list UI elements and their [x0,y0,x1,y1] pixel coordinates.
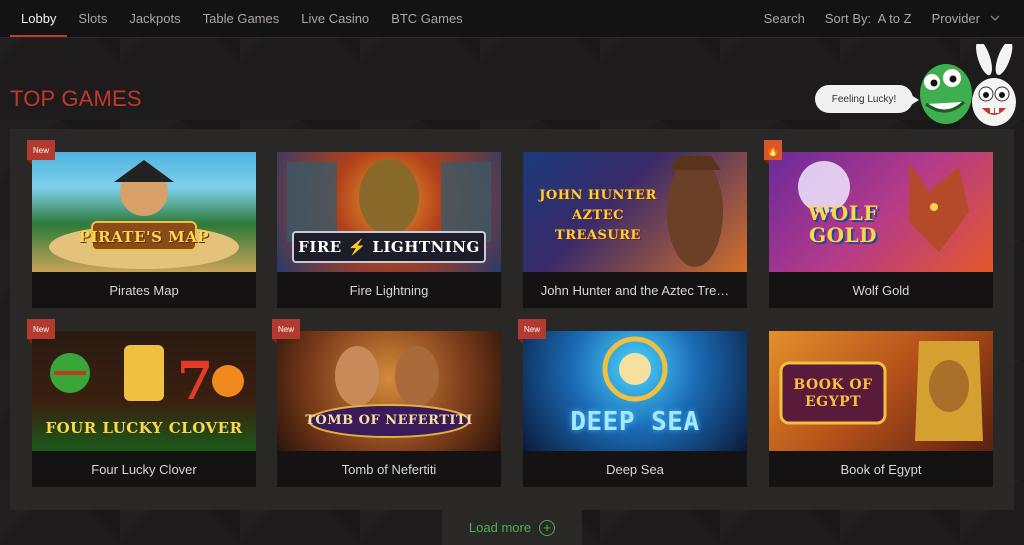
search-label: Search [763,11,805,26]
game-name: Deep Sea [606,461,664,477]
game-art-title: PIRATE'S MAP [78,228,210,246]
new-badge: New [272,319,301,344]
section-title: TOP GAMES [10,86,142,111]
mascot-icon[interactable] [912,40,1022,132]
game-art-title: FIRE ⚡ LIGHTNING [298,238,480,256]
game-name: John Hunter and the Aztec Tre… [540,282,730,298]
provider-dropdown[interactable]: Provider [922,11,1010,26]
nav-lobby[interactable]: Lobby [10,0,68,37]
game-card-pirates-map[interactable]: New PIRATE'S MAP Pirates Map [27,140,256,308]
feeling-lucky-button[interactable]: Feeling Lucky! [815,85,919,113]
svg-text:7: 7 [177,351,213,412]
game-thumbnail: JOHN HUNTER AZTEC TREASURE [523,152,747,272]
chevron-down-icon [990,13,1000,24]
nav-live-casino[interactable]: Live Casino [290,0,380,37]
nav-table-games[interactable]: Table Games [192,0,291,37]
top-navigation-bar: Lobby Slots Jackpots Table Games Live Ca… [0,0,1024,38]
search-button[interactable]: Search [754,11,815,26]
game-thumbnail: FIRE ⚡ LIGHTNING [277,152,501,272]
top-games-panel: New PIRATE'S MAP Pirates Map FIRE ⚡ LIGH… [10,129,1014,510]
plus-circle-icon: + [539,519,556,536]
game-art-title: WOLF GOLD [807,201,879,247]
game-art-title: DEEP SEA [570,407,700,437]
game-art-title: BOOK OF EGYPT [793,377,873,410]
game-thumbnail: PIRATE'S MAP [32,152,256,272]
game-art-title: FOUR LUCKY CLOVER [45,419,243,437]
game-card-john-hunter[interactable]: JOHN HUNTER AZTEC TREASURE John Hunter a… [523,152,747,308]
game-name: Book of Egypt [840,461,922,477]
game-name: Pirates Map [109,282,179,298]
sort-dropdown[interactable]: Sort By: A to Z [815,11,922,26]
game-card-four-lucky-clover[interactable]: New 7 FOUR LUCKY CLOVER Four Lucky Clove… [27,319,256,487]
game-card-book-of-egypt[interactable]: BOOK OF EGYPT Book of Egypt [769,331,993,487]
game-thumbnail: BOOK OF EGYPT [769,331,993,451]
hot-flame-icon: 🔥 [764,140,782,165]
provider-label: Provider [931,11,980,26]
game-thumbnail: TOMB OF NEFERTITI [277,331,501,451]
game-name: Fire Lightning [349,282,429,298]
right-controls: Search Sort By: A to Z Provider [754,0,1024,37]
nav-btc-games[interactable]: BTC Games [380,0,474,37]
category-nav: Lobby Slots Jackpots Table Games Live Ca… [0,0,474,37]
game-card-tomb-of-nefertiti[interactable]: New TOMB OF NEFERTITI Tomb of Nefertiti [272,319,501,487]
feeling-lucky-label: Feeling Lucky! [831,93,897,105]
load-more-label: Load more [468,520,532,535]
game-thumbnail: WOLF GOLD [769,152,993,272]
load-more-button[interactable]: Load more + [442,510,582,545]
nav-slots[interactable]: Slots [67,0,118,37]
new-badge: New [518,319,547,344]
sort-label: Sort By: A to Z [824,11,912,26]
game-card-deep-sea[interactable]: New DEEP SEA Deep Sea [518,319,747,487]
new-badge: New [27,319,56,344]
game-name: Wolf Gold [852,282,910,298]
game-art-title: JOHN HUNTER AZTEC TREASURE [539,188,657,243]
game-thumbnail: 7 FOUR LUCKY CLOVER [32,331,256,451]
game-card-wolf-gold[interactable]: 🔥 WOLF GOLD Wolf Gold [764,140,993,308]
game-thumbnail: DEEP SEA [523,331,747,451]
game-name: Four Lucky Clover [91,461,197,477]
game-card-fire-lightning[interactable]: FIRE ⚡ LIGHTNING Fire Lightning [277,152,501,308]
game-art-title: TOMB OF NEFERTITI [305,413,473,428]
game-name: Tomb of Nefertiti [341,461,437,477]
nav-jackpots[interactable]: Jackpots [118,0,191,37]
new-badge: New [27,140,56,165]
